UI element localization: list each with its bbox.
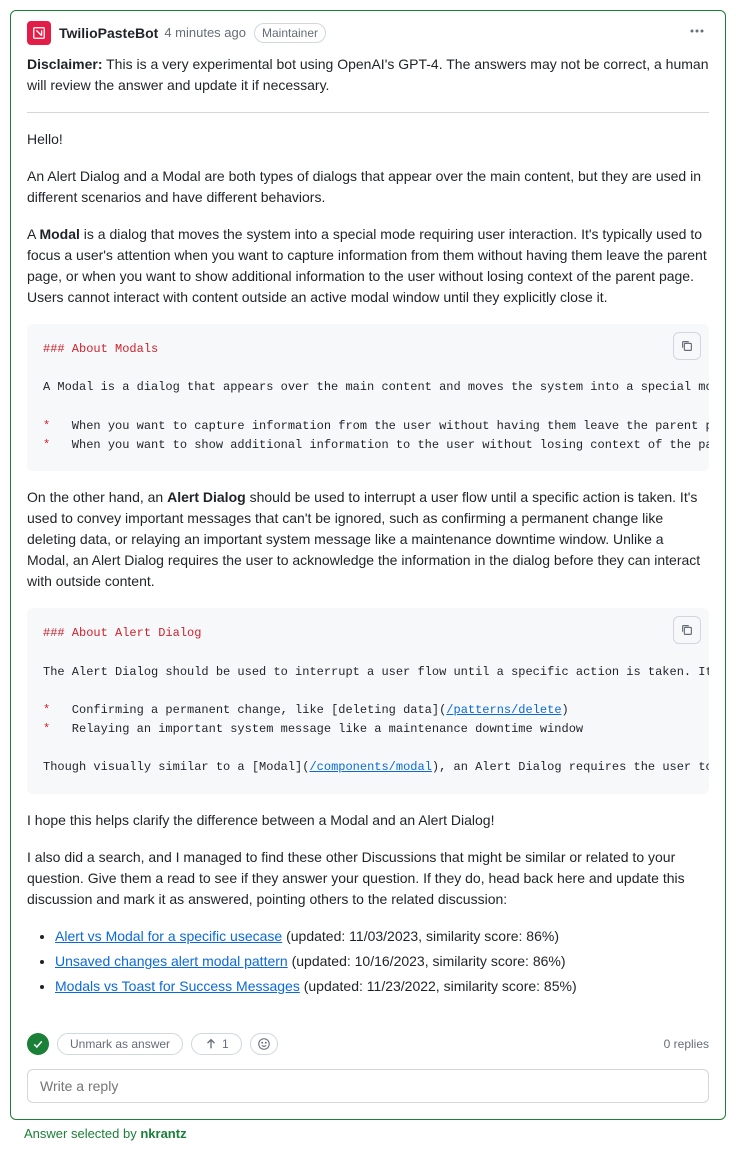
related-link[interactable]: Modals vs Toast for Success Messages [55,978,300,994]
author-link[interactable]: TwilioPasteBot [59,25,158,41]
comment-footer: Unmark as answer 1 0 replies [11,1029,725,1069]
related-link[interactable]: Alert vs Modal for a specific usecase [55,928,282,944]
comment-header: TwilioPasteBot 4 minutes ago Maintainer [11,11,725,54]
list-item: Alert vs Modal for a specific usecase (u… [55,926,709,947]
copy-icon [680,339,694,353]
closing-2: I also did a search, and I managed to fi… [27,847,709,910]
disclaimer-label: Disclaimer: [27,56,102,72]
copy-button[interactable] [673,616,701,644]
disclaimer: Disclaimer: This is a very experimental … [27,54,709,96]
divider [27,112,709,113]
avatar[interactable] [27,21,51,45]
greeting: Hello! [27,129,709,150]
check-icon [32,1038,44,1050]
comment-card: TwilioPasteBot 4 minutes ago Maintainer … [10,10,726,1120]
replies-count: 0 replies [664,1037,709,1051]
answer-selected-line: Answer selected by nkrantz [10,1120,726,1141]
smiley-icon [257,1037,271,1051]
comment-body: Disclaimer: This is a very experimental … [11,54,725,1029]
reply-box [27,1069,709,1103]
upvote-button[interactable]: 1 [191,1033,242,1055]
react-button[interactable] [250,1033,278,1055]
copy-icon [680,623,694,637]
more-actions-button[interactable] [685,19,709,46]
copy-button[interactable] [673,332,701,360]
intro-paragraph: An Alert Dialog and a Modal are both typ… [27,166,709,208]
code-block-modals: ### About Modals A Modal is a dialog tha… [27,324,709,471]
reply-input[interactable] [27,1069,709,1103]
answer-check-badge [27,1033,49,1055]
list-item: Modals vs Toast for Success Messages (up… [55,976,709,997]
related-list: Alert vs Modal for a specific usecase (u… [27,926,709,997]
closing-1: I hope this helps clarify the difference… [27,810,709,831]
modal-paragraph: A Modal is a dialog that moves the syste… [27,224,709,308]
unmark-answer-button[interactable]: Unmark as answer [57,1033,183,1055]
maintainer-badge: Maintainer [254,23,326,43]
avatar-logo-icon [32,26,46,40]
arrow-up-icon [204,1037,218,1051]
list-item: Unsaved changes alert modal pattern (upd… [55,951,709,972]
related-link[interactable]: Unsaved changes alert modal pattern [55,953,288,969]
kebab-icon [689,23,705,39]
timestamp[interactable]: 4 minutes ago [164,25,246,40]
code-block-alert: ### About Alert Dialog The Alert Dialog … [27,608,709,794]
alert-paragraph: On the other hand, an Alert Dialog shoul… [27,487,709,592]
selector-user-link[interactable]: nkrantz [140,1126,186,1141]
